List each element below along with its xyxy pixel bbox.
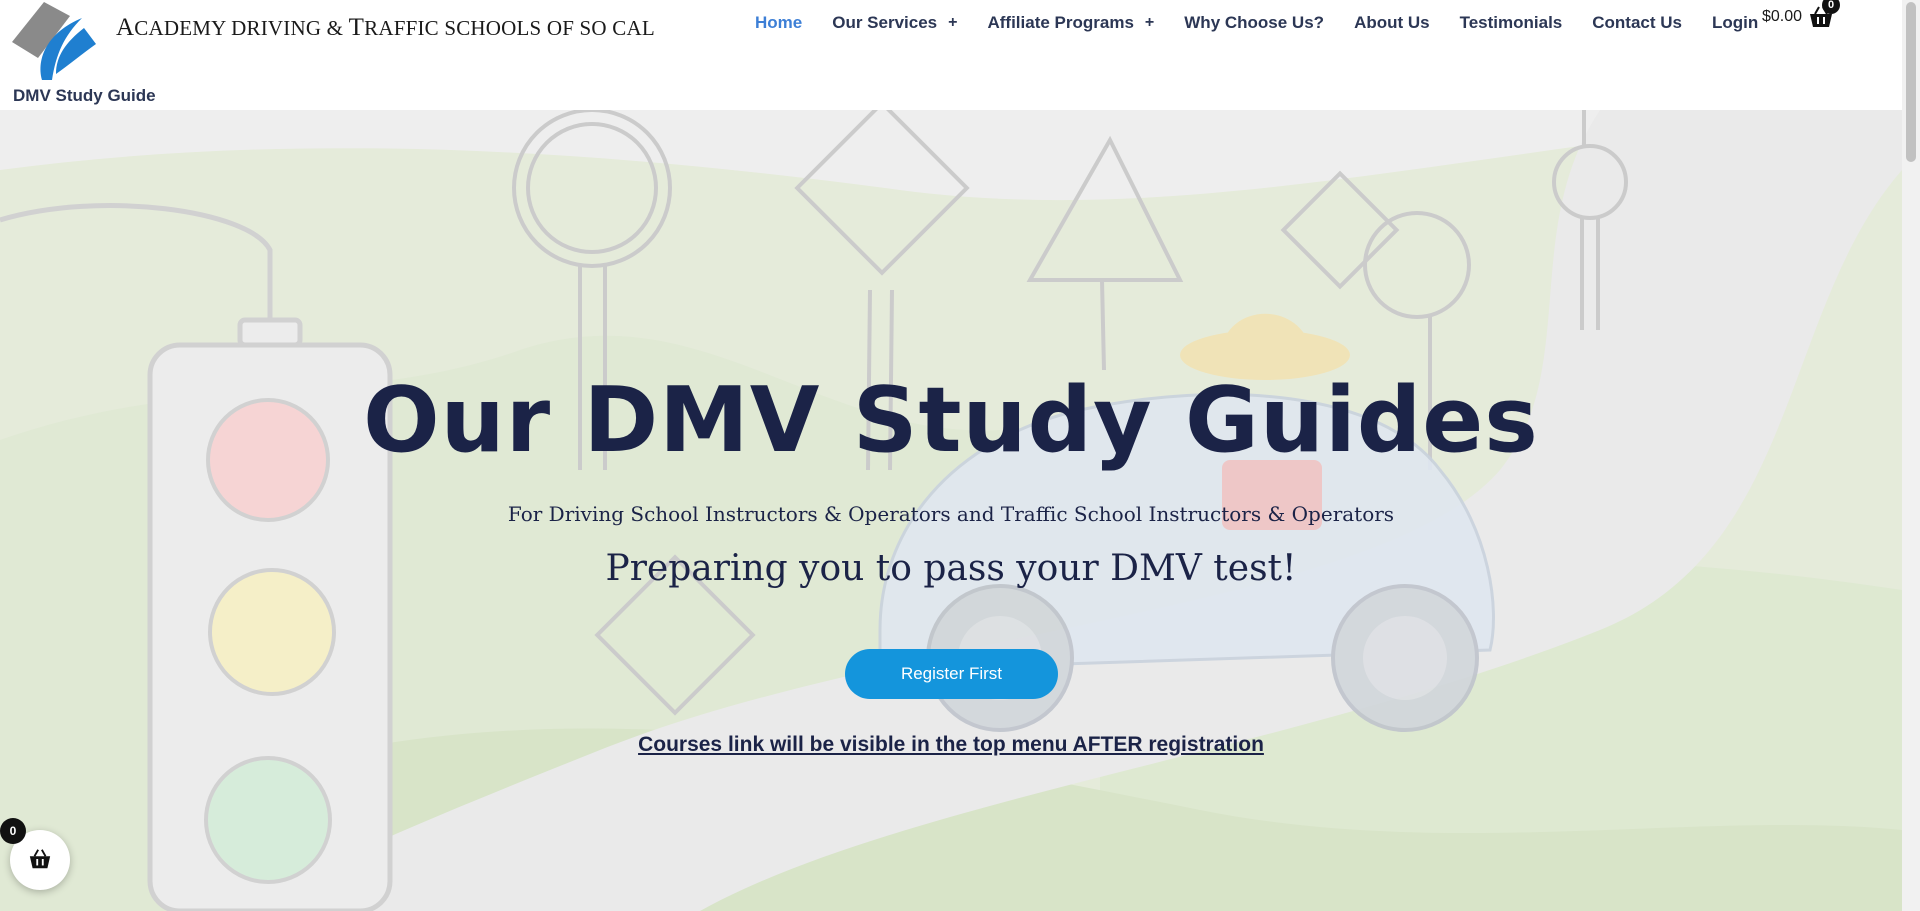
nav-contact-us[interactable]: Contact Us [1577,13,1697,33]
nav-why-choose-us[interactable]: Why Choose Us? [1169,13,1339,33]
nav-affiliate-programs[interactable]: Affiliate Programs + [972,13,1169,33]
nav-our-services[interactable]: Our Services + [817,13,972,33]
hero-title: Our DMV Study Guides [363,368,1539,473]
hero-tagline: Preparing you to pass your DMV test! [605,548,1297,589]
basket-icon [29,849,51,869]
nav-home[interactable]: Home [740,13,817,33]
site-header: ACADEMY DRIVING & TRAFFIC SCHOOLS OF SO … [0,0,1902,110]
hero-subtitle: For Driving School Instructors & Operato… [507,502,1395,526]
dmv-study-guide-link[interactable]: DMV Study Guide [13,86,156,106]
nav-about-us[interactable]: About Us [1339,13,1445,33]
courses-link-note[interactable]: Courses link will be visible in the top … [0,733,1902,757]
floating-cart-count-badge: 0 [0,818,26,844]
cart-icon: 0 [1808,0,1841,28]
plus-icon: + [1144,14,1155,31]
main-nav: Home Our Services + Affiliate Programs + W… [740,13,1773,33]
cart-amount: $0.00 [1762,8,1803,25]
scrollbar-thumb[interactable] [1906,2,1916,162]
cart-count-badge: 0 [1822,0,1841,14]
header-cart[interactable]: $0.00 0 [1762,0,1841,28]
register-first-button[interactable]: Register First [845,649,1058,699]
plus-icon: + [948,14,958,31]
hero-section: Our DMV Study Guides For Driving School … [0,110,1902,911]
logo-mark-icon [12,2,96,80]
site-logo[interactable]: ACADEMY DRIVING & TRAFFIC SCHOOLS OF SO … [12,2,655,84]
page-scrollbar[interactable] [1902,0,1920,911]
nav-testimonials[interactable]: Testimonials [1445,13,1578,33]
logo-text: ACADEMY DRIVING & TRAFFIC SCHOOLS OF SO … [116,14,655,41]
